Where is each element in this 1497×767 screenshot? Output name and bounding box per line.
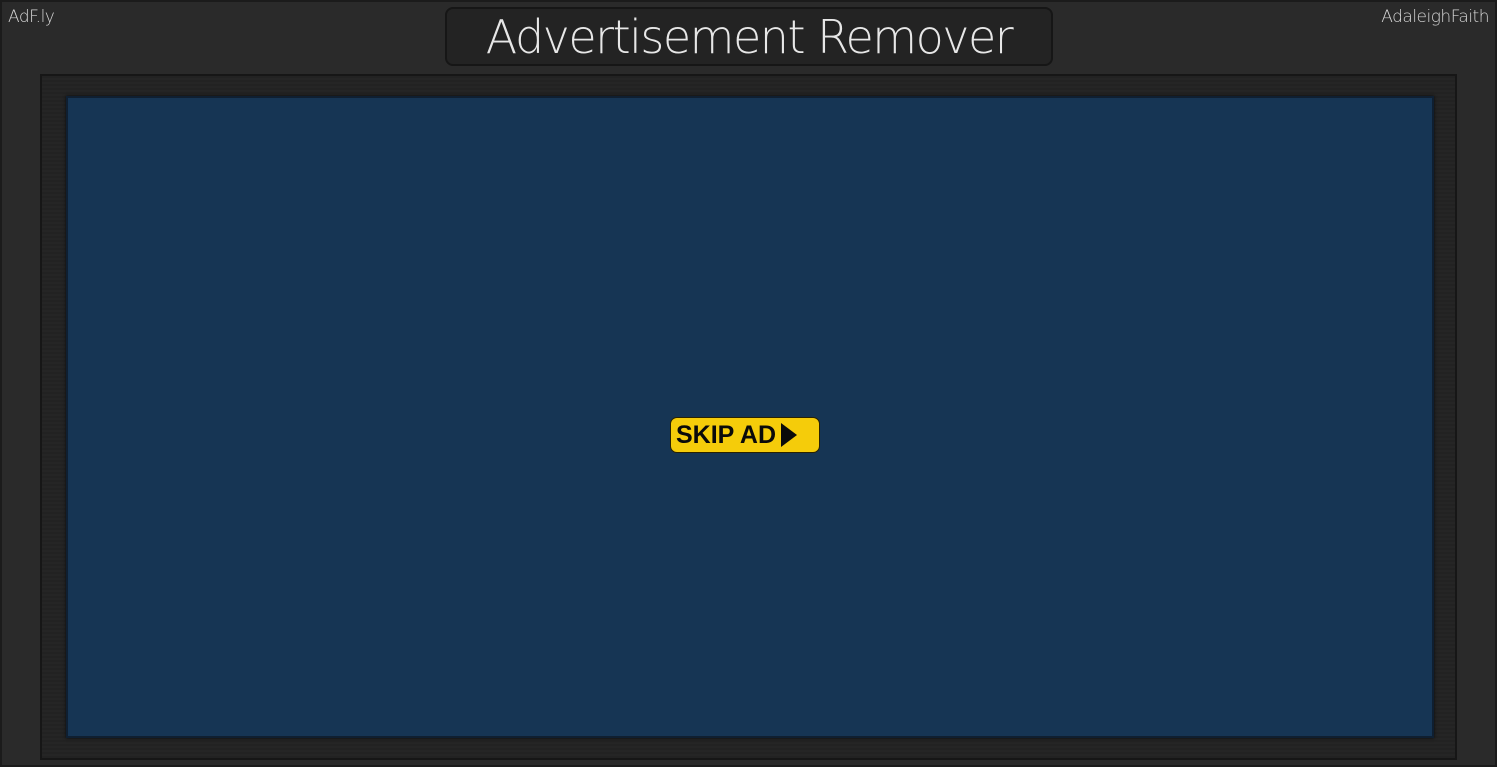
page: AdF.ly AdaleighFaith Advertisement Remov… — [0, 0, 1497, 767]
brand-label: AdF.ly — [8, 7, 55, 27]
author-label: AdaleighFaith — [1381, 7, 1489, 27]
skip-ad-label: SKIP AD — [676, 420, 777, 449]
play-icon — [781, 423, 798, 447]
page-title: Advertisement Remover — [445, 7, 1053, 66]
skip-ad-button[interactable]: SKIP AD — [670, 417, 820, 453]
